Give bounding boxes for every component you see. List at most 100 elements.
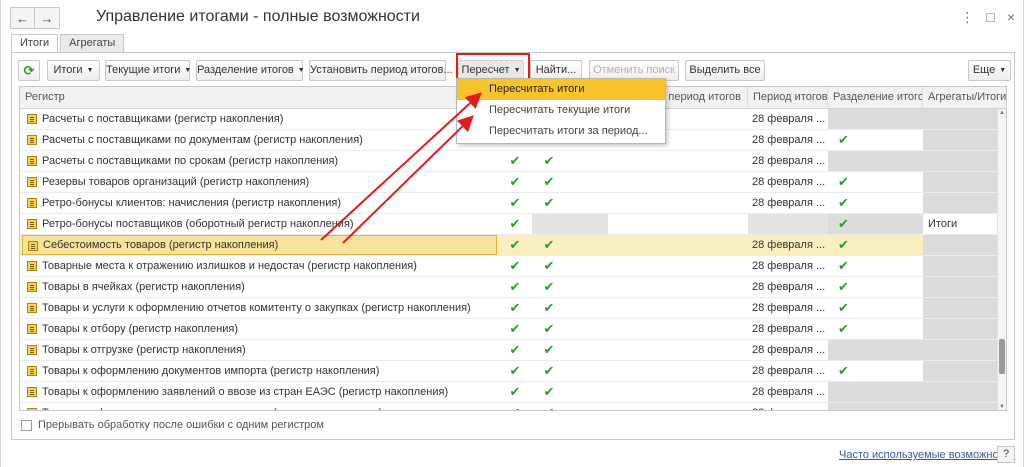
separation-cell[interactable] (828, 382, 923, 402)
register-name-text: Себестоимость товаров (регистр накоплени… (43, 239, 279, 251)
current-totals-cell[interactable]: ✔ (532, 172, 566, 192)
separation-cell[interactable]: ✔ (828, 361, 923, 381)
aggregates-cell (923, 277, 998, 297)
current-totals-cell[interactable]: ✔ (532, 277, 566, 297)
use-totals-cell[interactable]: ✔ (498, 277, 532, 297)
use-totals-cell[interactable]: ✔ (498, 193, 532, 213)
table-row[interactable]: Себестоимость товаров (регистр накоплени… (20, 235, 1006, 256)
chevron-down-icon: ▼ (999, 67, 1007, 74)
separation-cell[interactable]: ✔ (828, 319, 923, 339)
register-name-text: Товары к оформлению излишков и недостач … (42, 407, 382, 410)
table-row[interactable]: Товары и услуги к оформлению отчетов ком… (20, 298, 1006, 319)
use-totals-cell[interactable]: ✔ (498, 214, 532, 234)
scroll-down-icon[interactable]: ▼ (998, 404, 1006, 410)
back-button[interactable]: ← (10, 7, 35, 29)
forward-button[interactable]: → (35, 7, 60, 29)
header-separation[interactable]: Разделение итогов (828, 87, 923, 109)
use-totals-cell[interactable]: ✔ (498, 382, 532, 402)
use-totals-cell[interactable]: ✔ (498, 298, 532, 318)
separation-cell[interactable]: ✔ (828, 193, 923, 213)
use-totals-cell[interactable]: ✔ (498, 319, 532, 339)
separation-cell[interactable]: ✔ (828, 235, 923, 255)
current-totals-cell[interactable]: ✔ (532, 361, 566, 381)
stop-on-error-option[interactable]: Прерывать обработку после ошибки с одним… (21, 419, 324, 431)
current-totals-cell[interactable]: ✔ (532, 340, 566, 360)
frequent-features-link[interactable]: Часто используемые возможности (839, 449, 1015, 461)
table-row[interactable]: Товары к оформлению заявлений о ввозе из… (20, 382, 1006, 403)
menu-item-recalc-totals-period[interactable]: Пересчитать итоги за период... (457, 121, 665, 142)
separation-cell[interactable] (828, 340, 923, 360)
register-icon (27, 387, 37, 397)
use-totals-cell[interactable]: ✔ (498, 256, 532, 276)
window-controls: ⋮ □ × (960, 9, 1015, 26)
separation-cell[interactable] (828, 403, 923, 410)
separation-cell[interactable]: ✔ (828, 298, 923, 318)
table-row[interactable]: Товары к оформлению излишков и недостач … (20, 403, 1006, 410)
menu-item-recalc-current-totals[interactable]: Пересчитать текущие итоги (457, 100, 665, 121)
current-totals-cell[interactable]: ✔ (532, 298, 566, 318)
register-name: Ретро-бонусы клиентов: начисления (регис… (22, 193, 497, 213)
table-row[interactable]: Резервы товаров организаций (регистр нак… (20, 172, 1006, 193)
tab-aggregates[interactable]: Агрегаты (60, 34, 125, 52)
header-aggregates[interactable]: Агрегаты/Итоги (923, 87, 1006, 109)
more-options-icon[interactable]: ⋮ (960, 9, 974, 26)
header-period[interactable]: Период итогов (748, 87, 828, 109)
current-totals-cell[interactable]: ✔ (532, 151, 566, 171)
select-all-button[interactable]: Выделить все (685, 60, 765, 81)
separation-cell[interactable] (828, 109, 923, 129)
current-totals-cell[interactable]: ✔ (532, 256, 566, 276)
use-totals-cell[interactable]: ✔ (498, 403, 532, 410)
register-icon (28, 241, 38, 251)
current-totals-cell[interactable]: ✔ (532, 403, 566, 410)
scroll-up-icon[interactable]: ▲ (998, 110, 1006, 116)
header-register[interactable]: Регистр (20, 87, 498, 109)
current-totals-cell[interactable]: ✔ (532, 235, 566, 255)
vertical-scrollbar[interactable]: ▲ ▼ (997, 109, 1006, 410)
register-name: Товары к отбору (регистр накопления) (22, 319, 497, 339)
help-button[interactable]: ? (997, 446, 1015, 463)
totals-separation-label: Разделение итогов (197, 64, 294, 76)
table-row[interactable]: Ретро-бонусы поставщиков (оборотный реги… (20, 214, 1006, 235)
table-row[interactable]: Товары к отбору (регистр накопления) ✔ ✔ 28… (20, 319, 1006, 340)
register-icon (27, 303, 37, 313)
separation-cell[interactable]: ✔ (828, 130, 923, 150)
totals-separation-button[interactable]: Разделение итогов ▼ (196, 60, 305, 81)
itogi-menu-button[interactable]: Итоги ▼ (47, 60, 100, 81)
scroll-thumb[interactable] (999, 339, 1005, 374)
current-totals-cell[interactable] (532, 214, 608, 234)
table-row[interactable]: Ретро-бонусы клиентов: начисления (регис… (20, 193, 1006, 214)
maximize-icon[interactable]: □ (986, 9, 994, 26)
set-totals-period-button[interactable]: Установить период итогов... (309, 60, 453, 81)
register-name-text: Товары к оформлению документов импорта (… (42, 365, 380, 377)
current-totals-cell[interactable]: ✔ (532, 319, 566, 339)
current-totals-button[interactable]: Текущие итоги ▼ (105, 60, 191, 81)
table-row[interactable]: Товарные места к отражению излишков и не… (20, 256, 1006, 277)
aggregates-cell (923, 361, 998, 381)
close-icon[interactable]: × (1007, 9, 1015, 26)
use-totals-cell[interactable]: ✔ (498, 361, 532, 381)
table-row[interactable]: Товары к оформлению документов импорта (… (20, 361, 1006, 382)
table-row[interactable]: Товары в ячейках (регистр накопления) ✔ ✔ 2… (20, 277, 1006, 298)
use-totals-cell[interactable]: ✔ (498, 172, 532, 192)
use-totals-cell[interactable]: ✔ (498, 340, 532, 360)
separation-cell[interactable] (828, 151, 923, 171)
separation-cell[interactable]: ✔ (828, 214, 923, 234)
refresh-button[interactable]: ⟳ (18, 60, 40, 81)
table-row[interactable]: Товары к отгрузке (регистр накопления) ✔ ✔… (20, 340, 1006, 361)
menu-item-recalc-totals[interactable]: Пересчитать итоги (457, 79, 665, 100)
register-name-text: Расчеты с поставщиками (регистр накоплен… (42, 113, 284, 125)
current-totals-cell[interactable]: ✔ (532, 193, 566, 213)
separation-cell[interactable]: ✔ (828, 172, 923, 192)
table-row[interactable]: Расчеты с поставщиками по срокам (регист… (20, 151, 1006, 172)
use-totals-cell[interactable]: ✔ (498, 235, 532, 255)
more-button[interactable]: Еще ▼ (968, 60, 1011, 81)
tab-itogi[interactable]: Итоги (11, 34, 59, 53)
stop-on-error-label: Прерывать обработку после ошибки с одним… (38, 419, 324, 431)
stop-on-error-checkbox[interactable] (21, 419, 32, 431)
aggregates-cell (923, 130, 998, 150)
use-totals-cell[interactable]: ✔ (498, 151, 532, 171)
current-totals-cell[interactable]: ✔ (532, 382, 566, 402)
separation-cell[interactable]: ✔ (828, 256, 923, 276)
separation-cell[interactable]: ✔ (828, 277, 923, 297)
aggregates-cell (923, 298, 998, 318)
